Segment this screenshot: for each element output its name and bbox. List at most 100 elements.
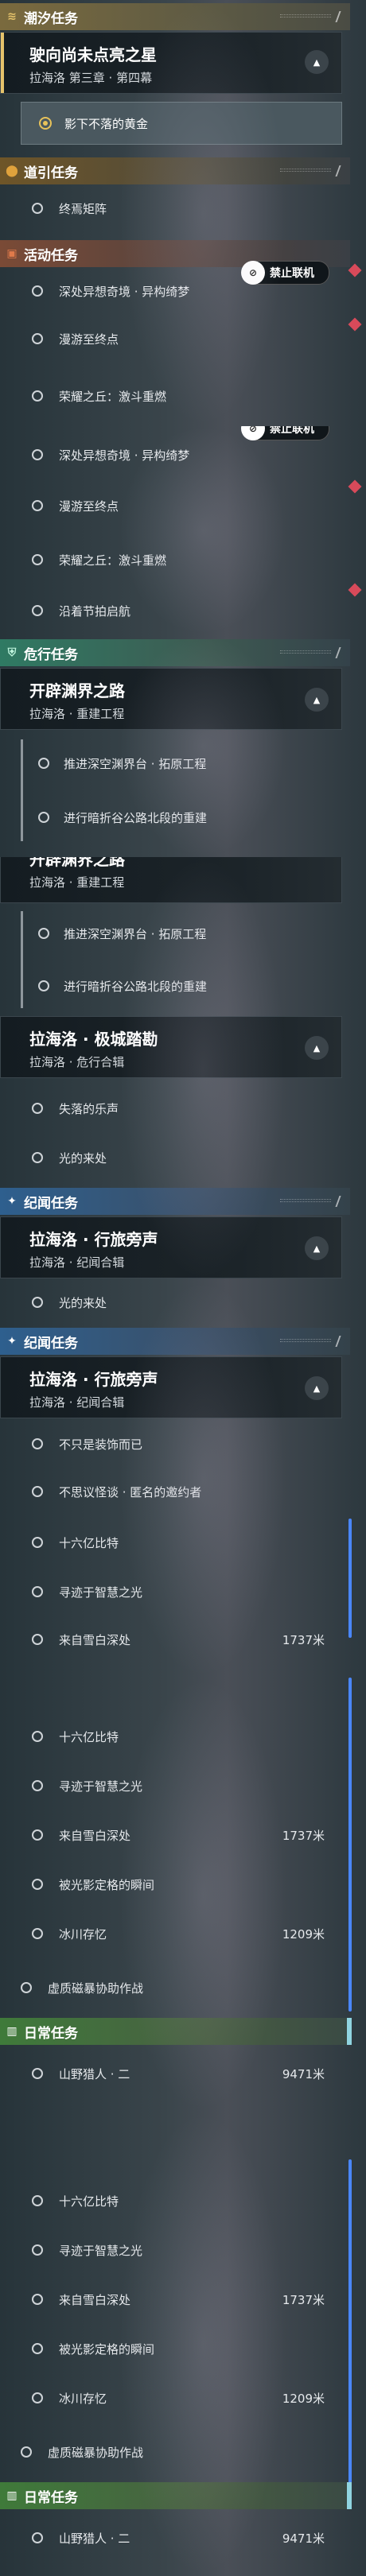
event-item[interactable]: 沿着节拍启航 xyxy=(0,588,345,633)
lore-item-label: 十六亿比特 xyxy=(59,1730,119,1744)
lore-item[interactable]: 来自雪白深处 1737米 xyxy=(0,1813,345,1857)
distance-label: 1209米 xyxy=(282,1927,325,1942)
unselected-radio-icon xyxy=(32,1297,43,1308)
danger-quest-card[interactable]: 开辟渊界之路 拉海洛 · 重建工程 ▲ xyxy=(0,668,342,730)
danger-item[interactable]: 光的来处 xyxy=(0,1280,345,1325)
unselected-radio-icon xyxy=(32,2244,43,2256)
lore-quest-card[interactable]: 拉海洛 · 行旅旁声 拉海洛 · 纪闻合辑 ▲ xyxy=(0,1356,342,1418)
unselected-radio-icon xyxy=(32,2195,43,2206)
daily-item[interactable]: 山野猎人 · 二 9471米 xyxy=(0,2516,345,2560)
daily-quest-header[interactable]: ▥ 日常任务 xyxy=(0,2018,350,2045)
lore-item-label: 虚质磁暴协助作战 xyxy=(48,2446,144,2460)
danger-item-label: 失落的乐声 xyxy=(59,1102,119,1116)
unselected-radio-icon xyxy=(38,928,49,939)
lore-item[interactable]: 来自雪白深处 1737米 xyxy=(0,2277,345,2322)
lore-item[interactable]: 来自雪白深处 1737米 xyxy=(0,1617,345,1662)
guide-quest-header[interactable]: ⬤ 道引任务 xyxy=(0,157,350,184)
tide-quest-header-label: 潮汐任务 xyxy=(24,10,78,27)
daily-item-label: 山野猎人 · 二 xyxy=(59,2531,130,2546)
unselected-radio-icon xyxy=(32,2532,43,2543)
header-decoration xyxy=(280,1199,331,1202)
unselected-radio-icon xyxy=(32,605,43,616)
daily-accent-bar xyxy=(347,2482,352,2509)
event-item[interactable]: 荣耀之丘：激斗重燃 xyxy=(0,374,345,418)
danger-card2-title: 拉海洛 · 极城踏勘 xyxy=(29,1030,158,1049)
distance-label: 1209米 xyxy=(282,2392,325,2406)
unselected-radio-icon xyxy=(32,1879,43,1890)
danger-item[interactable]: 光的来处 xyxy=(0,1135,345,1180)
calendar-icon: ▥ xyxy=(6,2025,18,2038)
lore-item[interactable]: 寻迹于智慧之光 xyxy=(0,1763,345,1808)
collapse-chevron-icon[interactable]: ▲ xyxy=(305,50,329,74)
daily-item[interactable]: 山野猎人 · 二 9471米 xyxy=(0,2051,345,2096)
event-item-label: 漫游至终点 xyxy=(59,499,119,514)
tide-quest-header[interactable]: ≋ 潮汐任务 xyxy=(0,3,350,30)
event-item[interactable]: 漫游至终点 xyxy=(0,316,345,361)
collapse-chevron-icon[interactable]: ▲ xyxy=(305,1376,329,1400)
lore-quest-card[interactable]: 拉海洛 · 行旅旁声 拉海洛 · 纪闻合辑 ▲ xyxy=(0,1216,342,1278)
lore-item[interactable]: 十六亿比特 xyxy=(0,2178,345,2223)
danger-card-title: 开辟渊界之路 xyxy=(29,681,125,700)
collapse-chevron-icon[interactable]: ▲ xyxy=(305,688,329,712)
danger-quest-header[interactable]: ⛨ 危行任务 xyxy=(0,639,350,666)
unselected-radio-icon xyxy=(32,449,43,460)
unselected-radio-icon xyxy=(32,390,43,402)
lore-quest-header[interactable]: ✦ 纪闻任务 xyxy=(0,1328,350,1355)
distance-label: 9471米 xyxy=(282,2531,325,2546)
collapse-chevron-icon[interactable]: ▲ xyxy=(305,1236,329,1260)
quest-panel-bottom: 十六亿比特 寻迹于智慧之光 来自雪白深处 1737米 被光影定格的瞬间 冰川存忆… xyxy=(0,2112,366,2576)
danger-item[interactable]: 进行暗折谷公路北段的重建 xyxy=(0,964,345,1008)
lore-item[interactable]: 寻迹于智慧之光 xyxy=(0,2228,345,2272)
unselected-radio-icon xyxy=(32,1152,43,1163)
lore-card-subtitle: 拉海洛 · 纪闻合辑 xyxy=(29,1395,125,1410)
guide-item[interactable]: 终焉矩阵 xyxy=(0,186,345,231)
event-item[interactable]: 深处异想奇境 · 异构绮梦 xyxy=(0,433,345,477)
event-item[interactable]: 深处异想奇境 · 异构绮梦 xyxy=(0,269,345,313)
scrollbar-thumb[interactable] xyxy=(348,1678,352,2012)
lore-quest-header[interactable]: ✦ 纪闻任务 xyxy=(0,1188,350,1215)
lore-item[interactable]: 不思议怪谈 · 匿名的邀约者 xyxy=(0,1469,345,1514)
daily-quest-header-label: 日常任务 xyxy=(24,2025,78,2042)
lore-item[interactable]: 被光影定格的瞬间 xyxy=(0,1862,345,1907)
tide-selected-item[interactable]: 影下不落的黄金 xyxy=(21,102,342,145)
header-decoration xyxy=(280,14,331,17)
event-item[interactable]: 漫游至终点 xyxy=(0,483,345,528)
header-decoration xyxy=(280,650,331,654)
lore-item-label: 来自雪白深处 xyxy=(59,2293,131,2307)
alert-diamond-icon xyxy=(348,479,362,494)
danger-item[interactable]: 失落的乐声 xyxy=(0,1086,345,1131)
danger-item[interactable]: 推进深空渊界台 · 拓原工程 xyxy=(0,911,345,956)
alert-diamond-icon xyxy=(348,583,362,597)
lore-item[interactable]: 不只是装饰而已 xyxy=(0,1422,345,1466)
lore-item[interactable]: 冰川存忆 1209米 xyxy=(0,2376,345,2420)
lore-item[interactable]: 十六亿比特 xyxy=(0,1520,345,1565)
event-item[interactable]: 荣耀之丘：激斗重燃 xyxy=(0,537,345,582)
lore-item-label: 来自雪白深处 xyxy=(59,1633,131,1647)
collapse-chevron-icon[interactable]: ▲ xyxy=(305,1036,329,1060)
daily-quest-header[interactable]: ▥ 日常任务 xyxy=(0,2482,350,2509)
guide-quest-header-label: 道引任务 xyxy=(24,165,78,181)
lore-item[interactable]: 寻迹于智慧之光 xyxy=(0,1569,345,1614)
danger-quest-card[interactable]: 开辟渊界之路 拉海洛 · 重建工程 xyxy=(0,857,342,903)
scrollbar-thumb[interactable] xyxy=(348,2159,352,2493)
lore-item[interactable]: 虚质磁暴协助作战 xyxy=(0,2430,345,2474)
header-slash xyxy=(335,1196,348,1207)
lore-item[interactable]: 冰川存忆 1209米 xyxy=(0,1911,345,1956)
danger-card2-subtitle: 拉海洛 · 危行合辑 xyxy=(29,1055,125,1069)
danger-item[interactable]: 进行暗折谷公路北段的重建 xyxy=(0,795,345,840)
lore-item[interactable]: 被光影定格的瞬间 xyxy=(0,2326,345,2371)
scrollbar-thumb[interactable] xyxy=(348,1519,352,1638)
location-pin-icon: ⬤ xyxy=(6,165,18,177)
danger-quest-card-2[interactable]: 拉海洛 · 极城踏勘 拉海洛 · 危行合辑 ▲ xyxy=(0,1016,342,1078)
header-slash xyxy=(335,1336,348,1347)
alert-diamond-icon xyxy=(348,317,362,332)
lore-item[interactable]: 虚质磁暴协助作战 xyxy=(0,1965,345,2010)
danger-item[interactable]: 推进深空渊界台 · 拓原工程 xyxy=(0,741,345,786)
quest-panel-events: ⊘ 禁止联机 深处异想奇境 · 异构绮梦 漫游至终点 荣耀之丘：激斗重燃 沿着节… xyxy=(0,426,366,634)
lore-item-label: 被光影定格的瞬间 xyxy=(59,2342,155,2357)
tide-quest-card[interactable]: 驶向尚未点亮之星 拉海洛 第三章 · 第四幕 ▲ xyxy=(0,32,342,94)
unselected-radio-icon xyxy=(32,1634,43,1645)
lore-item[interactable]: 十六亿比特 xyxy=(0,1714,345,1759)
unselected-radio-icon xyxy=(32,2068,43,2079)
unselected-radio-icon xyxy=(32,500,43,511)
